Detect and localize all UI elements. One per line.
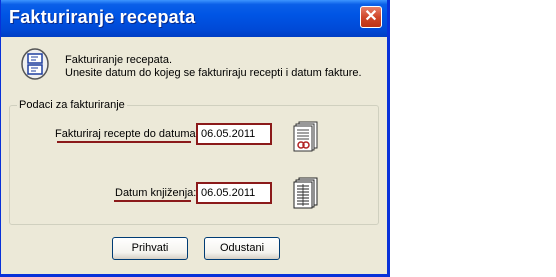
invoice-until-label: Fakturiraj recepte do datuma: [55, 128, 199, 140]
invoice-until-date-input[interactable]: 06.05.2011 [196, 123, 272, 145]
ledger-icon [293, 177, 318, 209]
invoice-until-underline [57, 141, 191, 143]
posting-date-label: Datum knjiženja: [115, 187, 197, 199]
invoicing-data-group: Podaci za fakturiranje [9, 99, 379, 225]
close-button[interactable]: ✕ [360, 6, 382, 28]
info-text-line-1: Fakturiranje recepata. [65, 54, 172, 66]
title-bar[interactable]: Fakturiranje recepata ✕ [1, 0, 387, 37]
group-label: Podaci za fakturiranje [17, 99, 127, 111]
invoice-icon [293, 121, 318, 152]
dialog-title: Fakturiranje recepata [9, 7, 196, 27]
posting-date-input[interactable]: 06.05.2011 [196, 182, 272, 204]
cancel-button[interactable]: Odustani [204, 237, 280, 260]
info-text-line-2: Unesite datum do kojeg se fakturiraju re… [65, 67, 362, 79]
document-pair-icon [21, 48, 49, 80]
dialog-window: Fakturiranje recepata ✕ Fakturiranje rec… [0, 0, 390, 277]
accept-button[interactable]: Prihvati [112, 237, 188, 260]
close-icon: ✕ [364, 8, 378, 25]
posting-date-underline [114, 200, 191, 202]
